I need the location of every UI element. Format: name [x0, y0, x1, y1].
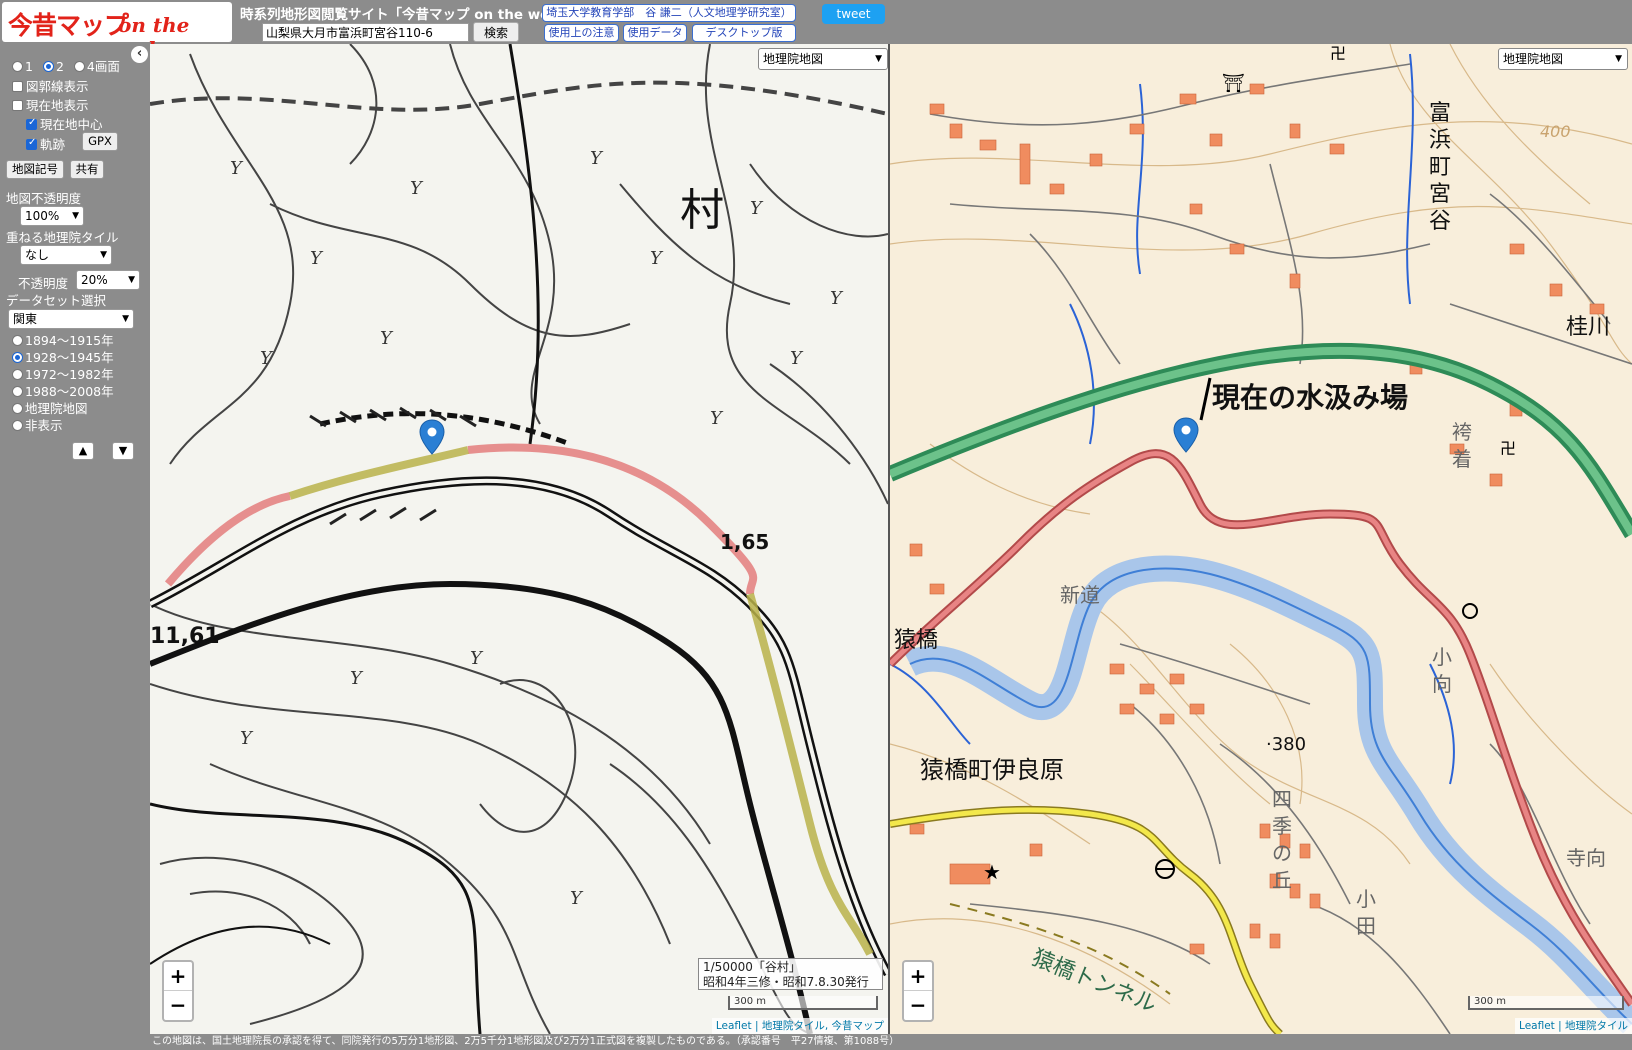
- site-title: 時系列地形図閲覧サイト「今昔マップ on the web」: [240, 7, 573, 23]
- chevron-down-icon: ▼: [72, 211, 79, 221]
- chevron-down-icon: ▼: [122, 314, 129, 324]
- copyright-note: この地図は、国土地理院長の承認を得て、同院発行の5万分1地形図、2万5千分1地形…: [150, 1034, 1632, 1050]
- attribution[interactable]: Leaflet | 地理院タイル: [1515, 1018, 1632, 1034]
- left-zoom-control: + −: [162, 960, 194, 1022]
- screen-option-1[interactable]: 1: [12, 59, 33, 74]
- chevron-down-icon: ▼: [100, 250, 107, 260]
- app: 今昔マップ on the web 時系列地形図閲覧サイト「今昔マップ on th…: [0, 0, 1632, 1050]
- village-label: 村: [680, 185, 724, 236]
- right-zoom-control: + −: [902, 960, 934, 1022]
- map-sheet-caption: 1/50000「谷村」 昭和4年三修・昭和7.8.30発行: [698, 958, 883, 990]
- zoom-out-button[interactable]: −: [904, 991, 932, 1020]
- address-search-input[interactable]: [262, 23, 469, 42]
- search-button[interactable]: 検索: [473, 22, 519, 42]
- overlay-tile-select[interactable]: なし ▼: [20, 245, 112, 265]
- svg-text:★: ★: [983, 860, 1001, 884]
- period-up-button[interactable]: ▲: [72, 442, 94, 460]
- checkbox-checked-icon: [26, 137, 37, 150]
- radio-icon: [12, 369, 23, 380]
- zoom-in-button[interactable]: +: [164, 962, 192, 991]
- data-sources-button[interactable]: 使用データ: [623, 24, 687, 42]
- center-location-checkbox[interactable]: 現在地中心: [26, 114, 103, 133]
- checkbox-icon: [12, 81, 23, 92]
- zoom-out-button[interactable]: −: [164, 991, 192, 1020]
- usage-notes-button[interactable]: 使用上の注意: [544, 24, 619, 42]
- show-location-checkbox[interactable]: 現在地表示: [12, 95, 89, 114]
- collapse-sidebar-icon[interactable]: ‹: [131, 46, 148, 63]
- place-label-saruhashi: 猿橋: [894, 628, 939, 653]
- place-label-tomihama: 富浜町宮谷: [1428, 101, 1451, 234]
- svg-text:卍: 卍: [1500, 439, 1516, 458]
- elevation-label: ·380: [1266, 734, 1307, 755]
- map-opacity-label: 地図不透明度: [6, 191, 82, 206]
- header: 今昔マップ on the web 時系列地形図閲覧サイト「今昔マップ on th…: [0, 0, 1632, 61]
- current-map-pane[interactable]: ★ 卍 卍 ⛩ 現在の水汲み場 富浜町宮谷 桂川 袴着 新道 猿橋 小向 猿橋町…: [890, 44, 1632, 1034]
- checkbox-icon: [12, 100, 23, 111]
- dataset-select[interactable]: 関東 ▼: [8, 309, 134, 329]
- chevron-down-icon: ▼: [128, 275, 135, 285]
- logo-main-text: 今昔マップ: [8, 11, 129, 40]
- radio-icon: [73, 61, 85, 72]
- place-label-hakama: 袴着: [1452, 420, 1472, 471]
- annotation-water-spot: 現在の水汲み場: [1212, 381, 1409, 414]
- attribution[interactable]: Leaflet | 地理院タイル, 今昔マップ: [711, 1018, 888, 1034]
- desktop-version-button[interactable]: デスクトップ版: [692, 24, 796, 42]
- dataset-label: データセット選択: [6, 293, 107, 308]
- radio-icon: [12, 403, 23, 414]
- radio-icon: [12, 335, 23, 346]
- place-label-irahara: 猿橋町伊良原: [920, 756, 1064, 784]
- place-label-katsuragawa: 桂川: [1566, 315, 1611, 340]
- caption-line-2: 昭和4年三修・昭和7.8.30発行: [703, 975, 869, 989]
- current-map-drawing: ★ 卍 卍 ⛩: [890, 44, 1632, 1034]
- scale-bar: 300 m: [728, 996, 878, 1010]
- scale-bar: 300 m: [1468, 996, 1624, 1010]
- sidebar: ‹ 1 2 4画面 図郭線表示 現在地表示 現在地中心 軌跡 GPX 地図記号 …: [0, 44, 150, 1034]
- author-link[interactable]: 埼玉大学教育学部 谷 謙二（人文地理学研究室）: [542, 4, 796, 22]
- radio-icon: [12, 420, 23, 431]
- period-option[interactable]: 非表示: [12, 415, 63, 434]
- map-opacity-select[interactable]: 100% ▼: [20, 206, 84, 226]
- show-grid-checkbox[interactable]: 図郭線表示: [12, 76, 89, 95]
- place-label-shiki: 四季の丘: [1272, 787, 1292, 892]
- track-checkbox[interactable]: 軌跡: [26, 134, 65, 153]
- screen-option-4[interactable]: 4画面: [73, 59, 120, 74]
- radio-icon: [12, 386, 23, 397]
- svg-text:卍: 卍: [1330, 44, 1346, 63]
- zoom-in-button[interactable]: +: [904, 962, 932, 991]
- place-label-koda: 小田: [1356, 887, 1376, 938]
- contour-label: 400: [1540, 122, 1571, 141]
- tweet-button[interactable]: tweet: [822, 4, 885, 24]
- overlay-opacity-select[interactable]: 20% ▼: [76, 270, 140, 290]
- historical-map-drawing: 𝑌𝑌𝑌 𝑌𝑌𝑌 𝑌𝑌𝑌 𝑌𝑌𝑌 𝑌𝑌𝑌: [150, 44, 888, 1034]
- place-label-terami: 寺向: [1566, 846, 1606, 870]
- map-legend-button[interactable]: 地図記号: [6, 160, 64, 179]
- overlay-tile-label: 重ねる地理院タイル: [6, 230, 119, 245]
- screen-count-group: 1 2 4画面: [12, 56, 120, 75]
- left-layer-select[interactable]: 地理院地図 ▼: [758, 48, 888, 70]
- elevation-label: 1,65: [720, 530, 770, 554]
- checkbox-checked-icon: [26, 117, 37, 130]
- gpx-button[interactable]: GPX: [82, 132, 118, 151]
- chevron-down-icon: ▼: [1615, 54, 1622, 64]
- place-label-kogo: 小向: [1432, 645, 1452, 696]
- elevation-label: 11,61: [150, 624, 220, 649]
- right-layer-select[interactable]: 地理院地図 ▼: [1498, 48, 1628, 70]
- share-button[interactable]: 共有: [70, 160, 104, 179]
- svg-text:⛩: ⛩: [1222, 73, 1245, 94]
- chevron-down-icon: ▼: [875, 54, 882, 64]
- screen-option-2[interactable]: 2: [42, 59, 64, 74]
- period-down-button[interactable]: ▼: [112, 442, 134, 460]
- place-label-shindo: 新道: [1060, 583, 1100, 607]
- caption-line-1: 1/50000「谷村」: [703, 960, 801, 974]
- historical-map-pane[interactable]: 𝑌𝑌𝑌 𝑌𝑌𝑌 𝑌𝑌𝑌 𝑌𝑌𝑌 𝑌𝑌𝑌 村 11,61 1,65 地理院地図▼: [150, 44, 888, 1034]
- radio-selected-icon: [42, 61, 54, 72]
- site-logo[interactable]: 今昔マップ on the web: [2, 2, 232, 61]
- radio-selected-icon: [12, 352, 23, 363]
- radio-icon: [12, 61, 23, 72]
